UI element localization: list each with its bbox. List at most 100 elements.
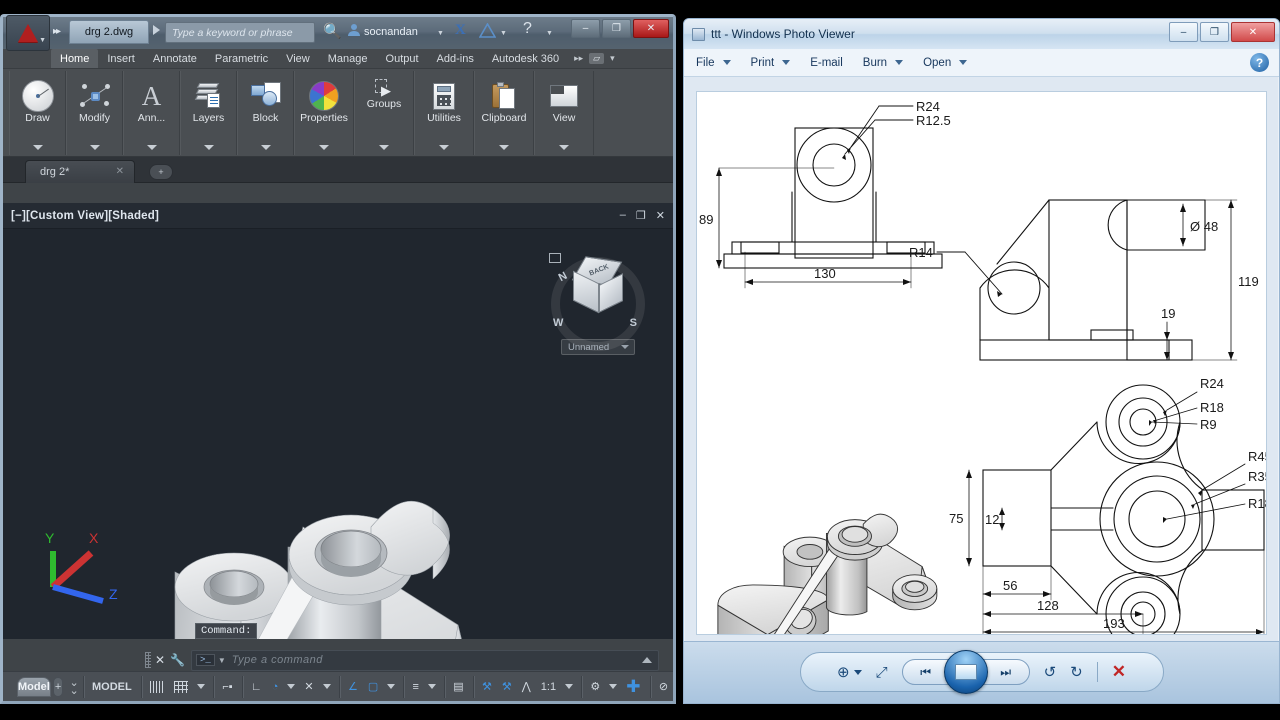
ribbon-overflow[interactable]: ▸▸ ▱ ▾ [568, 49, 615, 68]
ortho-icon[interactable]: ∟ [246, 676, 267, 698]
previous-button[interactable]: ⏮ [902, 659, 950, 685]
tab-addins[interactable]: Add-ins [428, 49, 483, 68]
exchange-icon[interactable]: X [455, 22, 466, 39]
minimize-button[interactable]: – [571, 19, 600, 38]
viewcube-cube[interactable]: BACK [571, 259, 627, 315]
chevron-down-icon[interactable] [204, 145, 214, 150]
search-input[interactable]: Type a keyword or phrase [165, 22, 315, 43]
chevron-down-icon[interactable] [261, 145, 271, 150]
tab-autodesk-360[interactable]: Autodesk 360 [483, 49, 568, 68]
tab-manage[interactable]: Manage [319, 49, 377, 68]
viewcube-home-icon[interactable] [549, 253, 561, 263]
chevron-down-icon[interactable] [723, 60, 731, 65]
chevron-down-icon[interactable]: ▾ [610, 53, 615, 64]
chevron-down-icon[interactable] [287, 684, 295, 689]
panel-view[interactable]: View [534, 71, 594, 155]
autodesk-icon[interactable] [479, 23, 496, 38]
chevron-down-icon[interactable] [90, 145, 100, 150]
autoscale-icon[interactable]: ⋀ [517, 676, 536, 698]
ribbon-minimize-icon[interactable]: ▱ [589, 53, 604, 64]
panel-modify[interactable]: Modify [66, 71, 123, 155]
object-snap-icon[interactable]: ✕ [299, 676, 318, 698]
compass-west-label[interactable]: W [553, 317, 563, 329]
transparency-icon[interactable]: ▤ [448, 676, 468, 698]
selection-cycling-icon[interactable]: ⚒ [477, 676, 497, 698]
quick-access-toolbar-expand-icon[interactable]: ▸▸ [53, 26, 59, 37]
dynamic-ucs-icon[interactable]: ⌐▪ [217, 676, 237, 698]
chevron-down-icon[interactable] [147, 145, 157, 150]
chevron-down-icon[interactable] [959, 60, 967, 65]
help-icon[interactable]: ? [523, 20, 532, 38]
tab-view[interactable]: View [277, 49, 319, 68]
wrench-icon[interactable]: 🔧 [170, 653, 185, 667]
panel-layers[interactable]: Layers [180, 71, 237, 155]
chevron-down-icon[interactable] [387, 684, 395, 689]
command-input[interactable]: >_ ▼ Type a command [191, 650, 659, 671]
chevron-down-icon[interactable] [559, 145, 569, 150]
panel-clipboard[interactable]: Clipboard [474, 71, 534, 155]
compass-south-label[interactable]: S [630, 317, 637, 329]
customization-plus-icon[interactable]: ✚ [621, 676, 645, 698]
menu-email[interactable]: E-mail [810, 57, 843, 69]
document-next-icon[interactable] [153, 25, 160, 35]
otrack-icon[interactable]: ▢ [363, 676, 383, 698]
command-line-drag-handle[interactable] [145, 652, 151, 668]
chevron-down-icon[interactable] [428, 684, 436, 689]
rotate-counterclockwise-icon[interactable]: ↺ [1044, 663, 1057, 681]
chevron-down-icon[interactable] [609, 684, 617, 689]
chevron-down-icon[interactable] [782, 60, 790, 65]
rotate-clockwise-icon[interactable]: ↻ [1070, 663, 1083, 681]
delete-icon[interactable]: ✕ [1112, 662, 1126, 682]
close-button[interactable]: ✕ [1231, 22, 1275, 42]
viewport-minimize-button[interactable]: – [620, 209, 626, 222]
minimize-button[interactable]: – [1169, 22, 1198, 42]
panel-block[interactable]: Block [237, 71, 294, 155]
chevron-down-icon[interactable]: ▼ [500, 30, 507, 37]
chevron-down-icon[interactable] [621, 345, 629, 349]
application-menu-button[interactable]: ▼ [6, 15, 50, 51]
polar-tracking-icon[interactable]: ◔ [267, 676, 284, 698]
3d-osnap-icon[interactable]: ∠ [343, 676, 363, 698]
chevron-down-icon[interactable] [499, 145, 509, 150]
chevron-down-icon[interactable]: ▼ [546, 30, 553, 37]
tab-insert[interactable]: Insert [98, 49, 144, 68]
chevron-down-icon[interactable] [565, 684, 573, 689]
close-button[interactable]: ✕ [633, 19, 669, 38]
viewport-close-button[interactable]: ✕ [656, 209, 665, 222]
maximize-button[interactable]: ❐ [1200, 22, 1229, 42]
chevron-down-icon[interactable] [379, 145, 389, 150]
chevron-down-icon[interactable] [33, 145, 43, 150]
panel-groups[interactable]: ▶ Groups [354, 71, 414, 155]
panel-utilities[interactable]: Utilities [414, 71, 474, 155]
chevron-down-icon[interactable] [197, 684, 205, 689]
model-space-button[interactable]: MODEL [87, 676, 137, 698]
menu-burn[interactable]: Burn [863, 57, 903, 69]
tab-output[interactable]: Output [377, 49, 428, 68]
chevron-down-icon[interactable] [439, 145, 449, 150]
clean-screen-icon[interactable]: ⊘ [654, 676, 673, 698]
image-canvas[interactable]: R24 R12.5 89 130 R14 Ø 48 119 19 R24 R18… [696, 91, 1267, 635]
binoculars-icon[interactable]: 🔍 [323, 22, 342, 40]
chevron-down-icon[interactable] [319, 145, 329, 150]
chevron-down-icon[interactable]: ▼ [218, 656, 226, 665]
grid-snap-icon[interactable] [169, 676, 193, 698]
model-viewport[interactable]: [−][Custom View][Shaded] – ❐ ✕ [3, 203, 673, 639]
fit-to-window-icon[interactable]: ⤢ [876, 664, 888, 681]
viewport-maximize-button[interactable]: ❐ [636, 209, 646, 222]
chevron-up-icon[interactable] [642, 657, 652, 663]
grid-display-icon[interactable] [145, 676, 169, 698]
tab-annotate[interactable]: Annotate [144, 49, 206, 68]
menu-open[interactable]: Open [923, 57, 967, 69]
account-name[interactable]: socnandan [364, 26, 418, 38]
model-tab[interactable]: Model [17, 677, 51, 697]
maximize-button[interactable]: ❐ [602, 19, 631, 38]
menu-print[interactable]: Print [751, 57, 791, 69]
chevron-down-icon[interactable] [895, 60, 903, 65]
tab-parametric[interactable]: Parametric [206, 49, 277, 68]
lineweight-icon[interactable]: ≡ [408, 676, 424, 698]
document-tab[interactable]: drg 2.dwg [69, 20, 149, 44]
layout-overflow-icon[interactable]: ⌄⌄ [69, 679, 78, 695]
tab-home[interactable]: Home [51, 49, 98, 68]
play-slideshow-button[interactable] [944, 650, 988, 694]
add-layout-button[interactable]: + [53, 677, 64, 697]
